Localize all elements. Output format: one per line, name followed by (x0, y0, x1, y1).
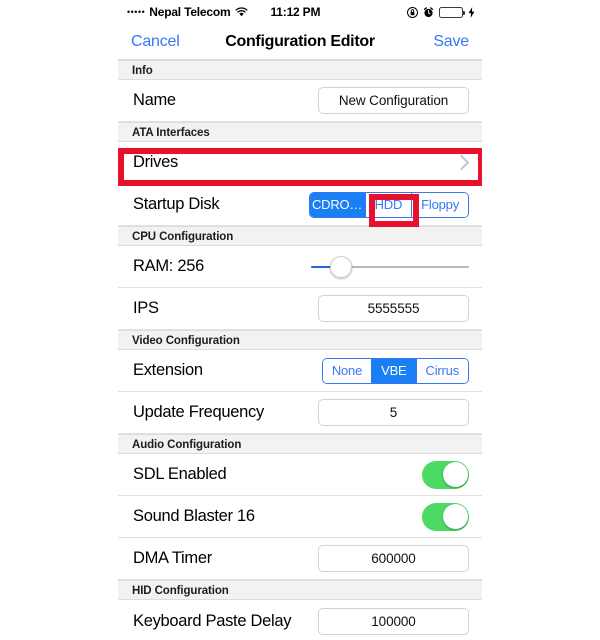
row-label-ips: IPS (133, 299, 159, 317)
lightning-bolt-icon (468, 6, 475, 18)
segment-cdrom[interactable]: CDRO… (309, 192, 366, 217)
row-extension: Extension None VBE Cirrus (118, 350, 482, 392)
row-label-name: Name (133, 91, 176, 109)
update-frequency-input[interactable]: 5 (318, 399, 469, 426)
cancel-button[interactable]: Cancel (131, 33, 180, 51)
row-dma-timer: DMA Timer 600000 (118, 538, 482, 580)
segment-none[interactable]: None (322, 358, 373, 383)
sdl-enabled-toggle[interactable] (422, 460, 469, 489)
row-label-sdl-enabled: SDL Enabled (133, 465, 227, 483)
row-sdl-enabled: SDL Enabled (118, 454, 482, 496)
save-button[interactable]: Save (433, 33, 469, 51)
phone-screen: ••••• Nepal Telecom 11:12 PM Cancel Conf… (118, 0, 482, 640)
battery-icon (439, 6, 465, 18)
startup-disk-segmented-control[interactable]: CDRO… HDD Floppy (308, 191, 469, 218)
sound-blaster-16-toggle[interactable] (422, 502, 469, 531)
status-bar-time: 11:12 PM (270, 5, 321, 19)
row-ips: IPS 5555555 (118, 288, 482, 330)
dma-timer-input[interactable]: 600000 (318, 545, 469, 572)
section-header-ata-interfaces: ATA Interfaces (118, 122, 482, 142)
chevron-right-icon (453, 154, 470, 171)
alarm-clock-icon (423, 6, 434, 18)
row-startup-disk: Startup Disk CDRO… HDD Floppy (118, 184, 482, 226)
row-label-update-frequency: Update Frequency (133, 403, 264, 421)
signal-strength-dots: ••••• (127, 6, 146, 17)
row-label-dma-timer: DMA Timer (133, 549, 212, 567)
segment-cirrus[interactable]: Cirrus (416, 358, 468, 383)
segment-floppy[interactable]: Floppy (412, 192, 468, 217)
row-label-ram: RAM: 256 (133, 257, 204, 275)
name-input[interactable]: New Configuration (318, 87, 469, 114)
section-header-video-configuration: Video Configuration (118, 330, 482, 350)
row-label-sound-blaster-16: Sound Blaster 16 (133, 507, 255, 525)
segment-hdd[interactable]: HDD (365, 192, 413, 217)
rotation-lock-icon (407, 6, 418, 18)
status-bar: ••••• Nepal Telecom 11:12 PM (118, 0, 482, 24)
section-header-info: Info (118, 60, 482, 80)
extension-segmented-control[interactable]: None VBE Cirrus (321, 357, 469, 384)
segment-vbe[interactable]: VBE (372, 358, 417, 383)
navigation-bar: Cancel Configuration Editor Save (118, 24, 482, 60)
row-name: Name New Configuration (118, 80, 482, 122)
row-label-startup-disk: Startup Disk (133, 195, 220, 213)
row-sound-blaster-16: Sound Blaster 16 (118, 496, 482, 538)
section-header-cpu-configuration: CPU Configuration (118, 226, 482, 246)
row-update-frequency: Update Frequency 5 (118, 392, 482, 434)
keyboard-paste-delay-input[interactable]: 100000 (318, 607, 469, 635)
settings-table: Info Name New Configuration ATA Interfac… (118, 60, 482, 640)
wifi-icon (235, 7, 249, 17)
slider-thumb[interactable] (330, 255, 353, 278)
section-header-audio-configuration: Audio Configuration (118, 434, 482, 454)
section-header-hid-configuration: HID Configuration (118, 580, 482, 600)
row-label-drives: Drives (133, 153, 178, 171)
toggle-knob (443, 462, 468, 487)
status-bar-right-icons (407, 6, 475, 18)
ips-input[interactable]: 5555555 (318, 295, 469, 322)
row-ram: RAM: 256 (118, 246, 482, 288)
carrier-name: Nepal Telecom (149, 5, 231, 19)
row-keyboard-paste-delay: Keyboard Paste Delay 100000 (118, 600, 482, 640)
toggle-knob (443, 504, 468, 529)
row-label-keyboard-paste-delay: Keyboard Paste Delay (133, 611, 292, 630)
ram-slider[interactable] (311, 254, 469, 280)
row-label-extension: Extension (133, 361, 203, 379)
row-drives[interactable]: Drives (118, 142, 482, 184)
